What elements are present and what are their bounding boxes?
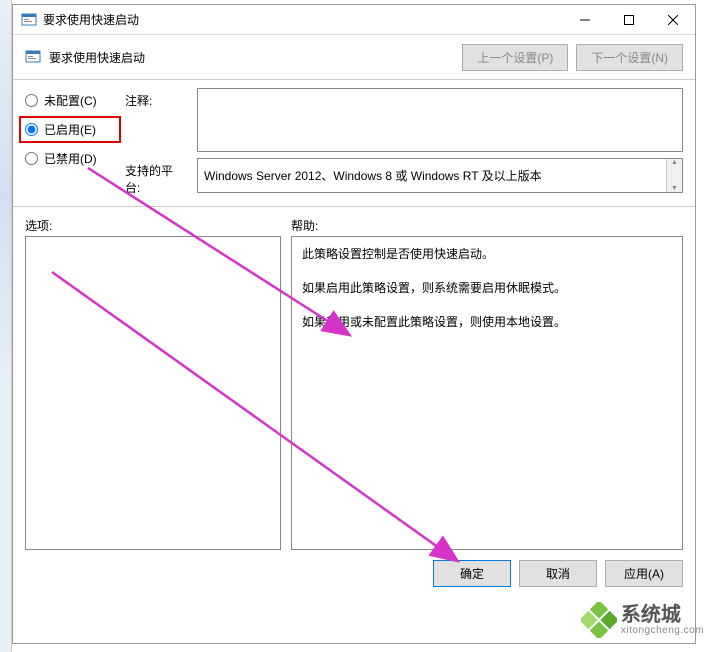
options-panel: [25, 236, 281, 550]
mid-divider: [13, 206, 695, 207]
maximize-icon: [624, 15, 634, 25]
comment-label: 注释:: [125, 92, 187, 162]
minimize-icon: [580, 15, 590, 25]
radio-disabled-input[interactable]: [25, 152, 38, 165]
radio-group: 未配置(C) 已启用(E) 已禁用(D): [25, 88, 115, 198]
watermark: 系统城 xitongcheng.com: [581, 602, 704, 638]
watermark-en: xitongcheng.com: [621, 625, 704, 636]
help-label: 帮助:: [291, 217, 318, 234]
nav-buttons: 上一个设置(P) 下一个设置(N): [462, 44, 683, 71]
subheader: 要求使用快速启动 上一个设置(P) 下一个设置(N): [13, 35, 695, 79]
window-controls: [563, 5, 695, 35]
close-icon: [668, 15, 678, 25]
radio-not-configured-label: 未配置(C): [44, 92, 97, 109]
radio-enabled-label: 已启用(E): [44, 121, 96, 138]
subheader-icon: [25, 49, 41, 65]
comment-textarea[interactable]: [197, 88, 683, 152]
titlebar: 要求使用快速启动: [13, 5, 695, 35]
background-sidebar: [0, 0, 12, 652]
help-p3: 如果禁用或未配置此策略设置，则使用本地设置。: [302, 313, 672, 331]
config-area: 未配置(C) 已启用(E) 已禁用(D) 注释: 支持的平台: Windows …: [13, 80, 695, 202]
panels-header: 选项: 帮助:: [13, 211, 695, 236]
prev-setting-button[interactable]: 上一个设置(P): [462, 44, 568, 71]
dialog-buttons: 确定 取消 应用(A): [13, 550, 695, 597]
cancel-button[interactable]: 取消: [519, 560, 597, 587]
radio-enabled[interactable]: 已启用(E): [25, 121, 115, 138]
watermark-cn: 系统城: [621, 605, 681, 625]
radio-not-configured[interactable]: 未配置(C): [25, 92, 115, 109]
help-panel: 此策略设置控制是否使用快速启动。 如果启用此策略设置，则系统需要启用休眠模式。 …: [291, 236, 683, 550]
highlight-box: 已启用(E): [19, 116, 121, 143]
help-p2: 如果启用此策略设置，则系统需要启用休眠模式。: [302, 279, 672, 297]
fields-column: Windows Server 2012、Windows 8 或 Windows …: [197, 88, 683, 198]
scroll-up-icon: ▲: [667, 159, 682, 166]
dialog-window: 要求使用快速启动 要求使用快速启动 上一个设置(P) 下一个设置(N): [12, 4, 696, 644]
platform-box: Windows Server 2012、Windows 8 或 Windows …: [197, 158, 683, 193]
window-title: 要求使用快速启动: [43, 11, 563, 28]
watermark-text: 系统城 xitongcheng.com: [621, 605, 704, 636]
platform-text: Windows Server 2012、Windows 8 或 Windows …: [204, 167, 542, 184]
watermark-logo-icon: [581, 602, 617, 638]
window-icon: [21, 12, 37, 28]
maximize-button[interactable]: [607, 5, 651, 35]
ok-button[interactable]: 确定: [433, 560, 511, 587]
apply-button[interactable]: 应用(A): [605, 560, 683, 587]
radio-disabled-label: 已禁用(D): [44, 150, 97, 167]
minimize-button[interactable]: [563, 5, 607, 35]
platform-scrollbar[interactable]: ▲ ▼: [666, 159, 682, 192]
panels-row: 此策略设置控制是否使用快速启动。 如果启用此策略设置，则系统需要启用休眠模式。 …: [13, 236, 695, 550]
options-label: 选项:: [25, 217, 291, 234]
scroll-down-icon: ▼: [667, 185, 682, 192]
next-setting-button[interactable]: 下一个设置(N): [576, 44, 683, 71]
help-p1: 此策略设置控制是否使用快速启动。: [302, 245, 672, 263]
radio-not-configured-input[interactable]: [25, 94, 38, 107]
labels-column: 注释: 支持的平台:: [125, 88, 187, 198]
platform-label: 支持的平台:: [125, 162, 187, 198]
close-button[interactable]: [651, 5, 695, 35]
radio-disabled[interactable]: 已禁用(D): [25, 150, 115, 167]
subheader-title: 要求使用快速启动: [49, 49, 145, 66]
radio-enabled-input[interactable]: [25, 123, 38, 136]
